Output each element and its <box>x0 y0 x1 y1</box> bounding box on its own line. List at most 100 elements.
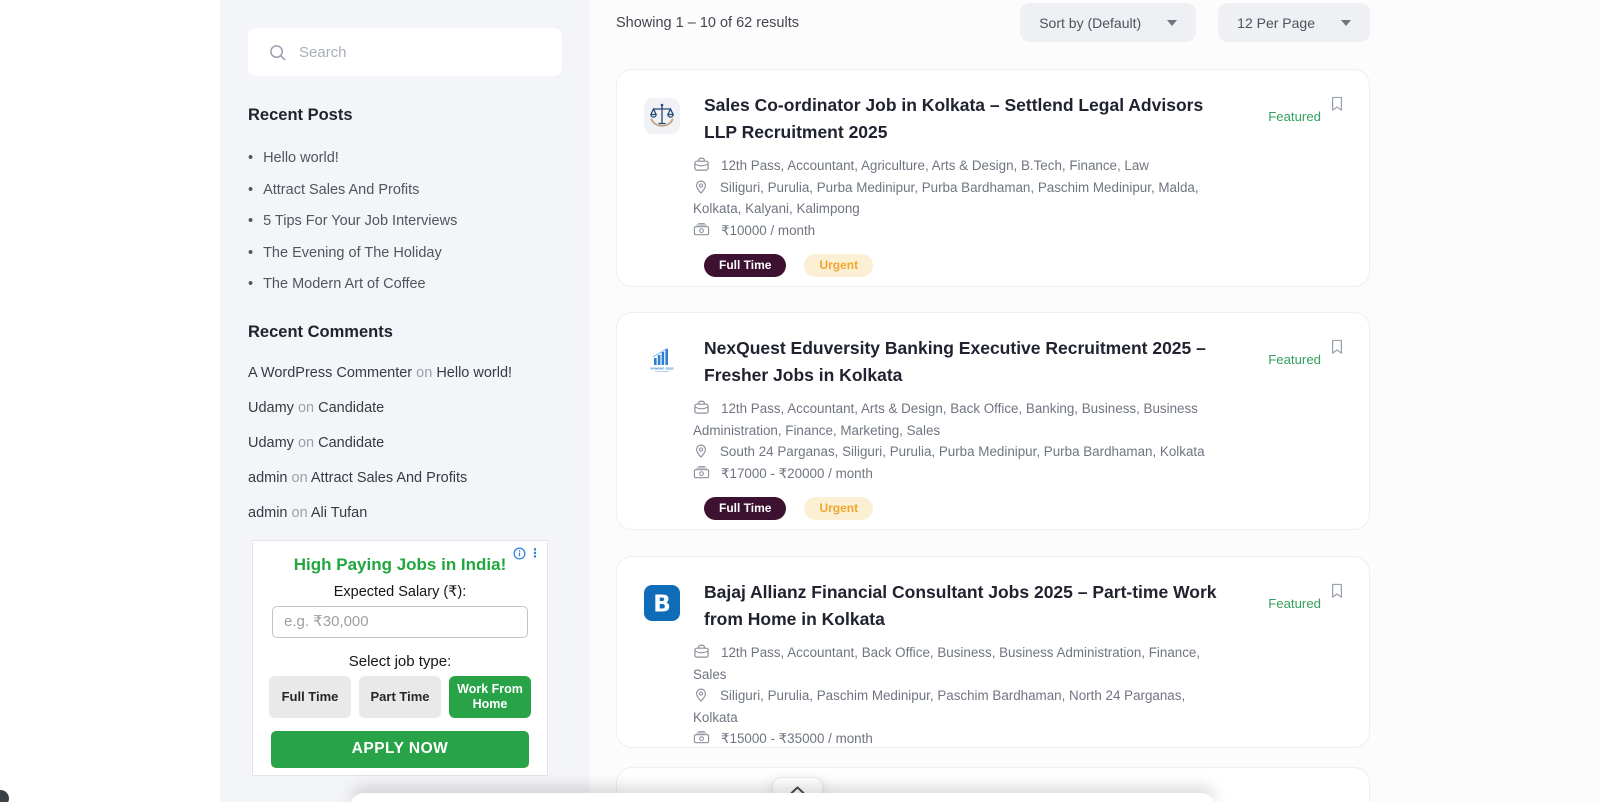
job-title-link[interactable]: NexQuest Eduversity Banking Executive Re… <box>704 335 1222 389</box>
bookmark-icon[interactable] <box>1330 582 1344 600</box>
bullet: • <box>248 276 254 292</box>
bookmark-icon[interactable] <box>1330 338 1344 356</box>
briefcase-icon <box>694 157 709 171</box>
job-meta: 12th Pass, Accountant, Arts & Design, Ba… <box>693 398 1227 484</box>
comment-post-link[interactable]: Candidate <box>318 435 384 451</box>
briefcase-icon <box>694 400 709 414</box>
comment-item: admin on Ali Tufan <box>248 505 562 521</box>
job-title-link[interactable]: Bajaj Allianz Financial Consultant Jobs … <box>704 579 1222 633</box>
search-box <box>248 28 562 76</box>
sort-by-label: Sort by (Default) <box>1039 14 1142 31</box>
job-type-part-time-button[interactable]: Part Time <box>359 675 441 718</box>
apply-now-button[interactable]: APPLY NOW <box>271 730 529 768</box>
job-salary: ₹10000 / month <box>721 222 816 238</box>
results-count: Showing 1 – 10 of 62 results <box>616 14 799 31</box>
recent-posts-list: • Hello world! • Attract Sales And Profits… <box>248 150 562 293</box>
search-input[interactable] <box>299 43 539 61</box>
location-pin-icon <box>695 688 707 702</box>
chevron-down-icon <box>1167 19 1178 26</box>
featured-badge: Featured <box>1268 109 1321 124</box>
comment-on: on <box>412 364 437 381</box>
sort-by-select[interactable]: Sort by (Default) <box>1020 3 1197 42</box>
salary-ad-widget: ⋮ High Paying Jobs in India! Expected Sa… <box>252 539 548 776</box>
ad-controls: ⋮ <box>513 547 541 560</box>
job-salary: ₹17000 - ₹20000 / month <box>721 465 873 481</box>
ad-jobtype-label: Select job type: <box>348 652 452 670</box>
job-categories: 12th Pass, Accountant, Back Office, Busi… <box>693 645 1201 682</box>
chat-widget-edge <box>0 790 9 802</box>
job-type-work-from-home-button[interactable]: Work From Home <box>449 675 531 718</box>
job-categories-row: 12th Pass, Accountant, Arts & Design, Ba… <box>693 398 1227 441</box>
job-card[interactable]: B Bajaj Allianz Financial Consultant Job… <box>616 556 1370 748</box>
bullet: • <box>248 244 254 261</box>
job-locations-row: Siliguri, Purulia, Purba Medinipur, Purb… <box>693 177 1227 220</box>
job-tags: Full Time Urgent <box>704 254 1238 277</box>
job-title-link[interactable]: Sales Co-ordinator Job in Kolkata – Sett… <box>704 92 1222 146</box>
ad-info-icon[interactable] <box>513 547 526 560</box>
job-categories: 12th Pass, Accountant, Arts & Design, Ba… <box>693 401 1198 438</box>
bullet: • <box>248 213 254 229</box>
job-card-content: Sales Co-ordinator Job in Kolkata – Sett… <box>693 92 1238 277</box>
job-locations-row: Siliguri, Purulia, Paschim Medinipur, Pa… <box>693 685 1227 728</box>
comment-on: on <box>287 469 311 486</box>
list-item: • 5 Tips For Your Job Interviews <box>248 213 562 230</box>
tag-full-time: Full Time <box>704 254 787 277</box>
job-categories: 12th Pass, Accountant, Agriculture, Arts… <box>721 158 1149 173</box>
job-categories-row: 12th Pass, Accountant, Agriculture, Arts… <box>693 155 1227 177</box>
comment-author[interactable]: admin <box>248 505 288 521</box>
chevron-down-icon <box>1341 19 1351 26</box>
job-tags: Full Time Urgent <box>704 497 1238 520</box>
company-logo-bajaj-allianz: B <box>644 585 680 621</box>
recent-post-link[interactable]: The Evening of The Holiday <box>263 245 442 261</box>
company-logo-scales-of-justice <box>644 98 680 134</box>
job-type-full-time-button[interactable]: Full Time <box>269 675 351 718</box>
job-card[interactable]: Sales Co-ordinator Job in Kolkata – Sett… <box>616 69 1370 287</box>
recent-post-link[interactable]: The Modern Art of Coffee <box>263 276 426 292</box>
svg-text:B: B <box>653 592 671 618</box>
sidebar: Recent Posts • Hello world! • Attract Sale… <box>220 0 590 802</box>
job-type-buttons: Full Time Part Time Work From Home <box>269 675 531 718</box>
job-locations: Siliguri, Purulia, Purba Medinipur, Purb… <box>693 179 1199 217</box>
comment-author[interactable]: Udamy <box>248 400 294 416</box>
location-pin-icon <box>695 444 707 458</box>
job-locations: South 24 Parganas, Siliguri, Purulia, Pu… <box>720 444 1205 459</box>
list-item: • The Evening of The Holiday <box>248 244 562 262</box>
list-item: • Hello world! <box>248 150 562 167</box>
recent-comments-title: Recent Comments <box>248 322 393 341</box>
results-bar: Showing 1 – 10 of 62 results Sort by (De… <box>616 3 1370 42</box>
svg-text:BANKING JOBS: BANKING JOBS <box>650 367 673 371</box>
job-meta: 12th Pass, Accountant, Back Office, Busi… <box>693 642 1227 747</box>
bullet: • <box>248 150 254 166</box>
ad-menu-dots-icon[interactable]: ⋮ <box>529 547 541 559</box>
recent-post-link[interactable]: Attract Sales And Profits <box>263 182 419 198</box>
comment-author[interactable]: Udamy <box>248 435 294 451</box>
recent-post-link[interactable]: 5 Tips For Your Job Interviews <box>263 213 457 229</box>
job-locations-row: South 24 Parganas, Siliguri, Purulia, Pu… <box>693 441 1227 463</box>
comment-post-link[interactable]: Hello world! <box>436 365 512 381</box>
featured-badge: Featured <box>1268 596 1321 611</box>
comment-on: on <box>293 399 319 416</box>
job-categories-row: 12th Pass, Accountant, Back Office, Busi… <box>693 642 1227 685</box>
ad-salary-label: Expected Salary (₹): <box>333 583 467 600</box>
recent-comments-list: A WordPress Commenter on Hello world! Ud… <box>248 365 562 521</box>
tag-urgent: Urgent <box>804 254 874 277</box>
comment-post-link[interactable]: Candidate <box>318 400 384 416</box>
tag-full-time: Full Time <box>704 497 787 520</box>
comment-author[interactable]: admin <box>248 470 288 486</box>
comment-post-link[interactable]: Ali Tufan <box>311 505 367 521</box>
ad-title: High Paying Jobs in India! <box>293 554 507 574</box>
bottom-sticky-bar[interactable] <box>350 793 1215 802</box>
comment-item: Udamy on Candidate <box>248 400 562 416</box>
tag-urgent: Urgent <box>804 497 874 520</box>
results-area: Showing 1 – 10 of 62 results Sort by (De… <box>590 0 1600 802</box>
job-meta: 12th Pass, Accountant, Agriculture, Arts… <box>693 155 1227 241</box>
per-page-select[interactable]: 12 Per Page <box>1218 3 1370 42</box>
bullet: • <box>248 181 254 198</box>
expected-salary-field[interactable] <box>272 605 528 638</box>
bookmark-icon[interactable] <box>1330 95 1344 113</box>
recent-post-link[interactable]: Hello world! <box>263 150 339 166</box>
job-card[interactable]: BANKING JOBS NexQuest Eduversity Banking… <box>616 312 1370 530</box>
comment-author[interactable]: A WordPress Commenter <box>248 365 412 381</box>
list-item: • The Modern Art of Coffee <box>248 276 562 293</box>
comment-post-link[interactable]: Attract Sales And Profits <box>311 470 467 486</box>
